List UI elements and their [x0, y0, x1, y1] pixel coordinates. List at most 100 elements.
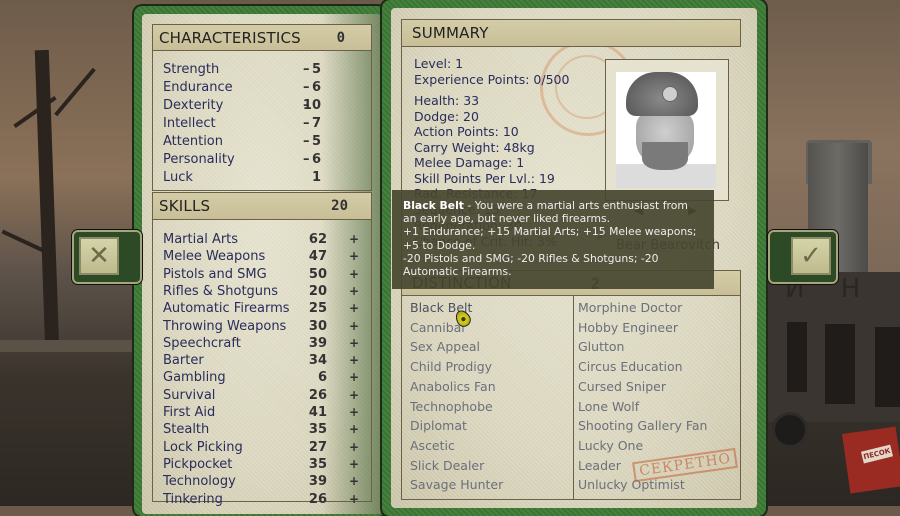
- distinction-item[interactable]: Shooting Gallery Fan: [578, 418, 707, 433]
- skill-label: Rifles & Shotguns: [163, 283, 279, 299]
- characteristic-row-endurance: Endurance – 6: [153, 80, 371, 97]
- portrait-frame: [605, 59, 729, 201]
- distinction-item[interactable]: Lucky One: [578, 438, 643, 453]
- characteristic-row-dexterity: Dexterity – 10: [153, 98, 371, 115]
- skill-row: Gambling 6 +: [153, 370, 371, 387]
- increase-button[interactable]: +: [349, 388, 359, 402]
- increase-button[interactable]: +: [349, 284, 359, 298]
- characteristic-label: Personality: [163, 152, 235, 167]
- increase-button[interactable]: +: [349, 492, 359, 506]
- distinction-item[interactable]: Slick Dealer: [410, 458, 484, 473]
- skill-label: Lock Picking: [163, 439, 243, 455]
- distinction-item[interactable]: Diplomat: [410, 418, 467, 433]
- increase-button[interactable]: +: [349, 457, 359, 471]
- characteristic-label: Endurance: [163, 80, 233, 95]
- window: [875, 327, 900, 407]
- skill-value: 50: [308, 266, 327, 282]
- increase-button[interactable]: +: [349, 249, 359, 263]
- distinction-item[interactable]: Ascetic: [410, 438, 455, 453]
- skill-value: 25: [308, 301, 327, 317]
- skills-header: SKILLS 20: [152, 192, 372, 220]
- tooltip-penalties: -20 Pistols and SMG; -20 Rifles & Shotgu…: [403, 251, 659, 279]
- summary-stat: Skill Points Per Lvl.: 19: [414, 171, 555, 186]
- characteristic-value: 1: [311, 170, 321, 185]
- distinction-item[interactable]: Morphine Doctor: [578, 300, 682, 315]
- checkmark-icon: ✓: [791, 237, 831, 275]
- hat-badge-icon: [662, 86, 678, 102]
- tire: [772, 412, 808, 448]
- distinction-item[interactable]: Glutton: [578, 339, 624, 354]
- increase-button[interactable]: +: [349, 474, 359, 488]
- skill-value: 39: [308, 474, 327, 490]
- summary-title: SUMMARY: [412, 24, 489, 42]
- distinction-item[interactable]: Anabolics Fan: [410, 379, 496, 394]
- distinction-item[interactable]: Sex Appeal: [410, 339, 480, 354]
- wooden-bridge: [0, 340, 140, 352]
- characteristic-label: Strength: [163, 62, 220, 77]
- characteristic-value: 5: [311, 62, 321, 77]
- distinction-item[interactable]: Technophobe: [410, 399, 493, 414]
- distinction-item[interactable]: Leader: [578, 458, 621, 473]
- characteristic-value: 6: [311, 152, 321, 167]
- distinction-item[interactable]: Hobby Engineer: [578, 320, 678, 335]
- increase-button[interactable]: +: [349, 440, 359, 454]
- skill-label: Melee Weapons: [163, 249, 266, 265]
- skill-row: Barter 34 +: [153, 353, 371, 370]
- skills-points: 20: [331, 198, 348, 214]
- increase-button[interactable]: +: [349, 319, 359, 333]
- character-portrait: [616, 72, 716, 188]
- increase-button[interactable]: +: [349, 267, 359, 281]
- distinction-tooltip: Black Belt - You were a martial arts ent…: [392, 190, 714, 289]
- skill-row: Melee Weapons 47 +: [153, 249, 371, 266]
- summary-stat: Melee Damage: 1: [414, 155, 525, 170]
- characteristic-value: 7: [311, 116, 321, 131]
- tree-branch: [54, 67, 96, 117]
- skill-label: Technology: [163, 474, 236, 490]
- skill-value: 34: [308, 353, 327, 369]
- increase-button[interactable]: +: [349, 232, 359, 246]
- skill-row: Automatic Firearms 25 +: [153, 301, 371, 318]
- distinction-item[interactable]: Unlucky Optimist: [578, 477, 685, 492]
- characteristic-row-personality: Personality – 6: [153, 152, 371, 169]
- skills-title: SKILLS: [159, 197, 211, 215]
- increase-button[interactable]: +: [349, 422, 359, 436]
- skill-label: Throwing Weapons: [163, 318, 287, 334]
- increase-button[interactable]: +: [349, 336, 359, 350]
- characteristic-row-intellect: Intellect – 7: [153, 116, 371, 133]
- characteristic-row-luck: Luck 1: [153, 170, 371, 187]
- skill-row: Martial Arts 62 +: [153, 232, 371, 249]
- skill-label: Stealth: [163, 422, 210, 438]
- distinction-item[interactable]: Child Prodigy: [410, 359, 492, 374]
- summary-stat: Action Points: 10: [414, 124, 519, 139]
- skill-value: 62: [308, 232, 327, 247]
- increase-button[interactable]: +: [349, 353, 359, 367]
- close-icon: ✕: [79, 237, 119, 275]
- skill-value: 35: [308, 456, 327, 472]
- characteristic-label: Intellect: [163, 116, 216, 131]
- skill-label: Speechcraft: [163, 335, 241, 351]
- distinction-item[interactable]: Lone Wolf: [578, 399, 639, 414]
- distinction-item[interactable]: Savage Hunter: [410, 477, 503, 492]
- confirm-button[interactable]: ✓: [768, 230, 838, 284]
- increase-button[interactable]: +: [349, 301, 359, 315]
- cancel-button[interactable]: ✕: [72, 230, 142, 284]
- skill-row: Technology 39 +: [153, 474, 371, 491]
- skill-row: Stealth 35 +: [153, 422, 371, 439]
- distinction-item[interactable]: Circus Education: [578, 359, 683, 374]
- characteristics-header: CHARACTERISTICS 0: [152, 24, 372, 51]
- skill-row: Rifles & Shotguns 20 +: [153, 284, 371, 301]
- skill-label: Pickpocket: [163, 456, 233, 472]
- window: [825, 324, 855, 404]
- increase-button[interactable]: +: [349, 405, 359, 419]
- characteristics-points: 0: [336, 29, 345, 46]
- characteristic-label: Attention: [163, 134, 223, 149]
- distinction-item[interactable]: Cursed Sniper: [578, 379, 666, 394]
- skill-label: Automatic Firearms: [163, 301, 290, 317]
- tooltip-bonuses: +1 Endurance; +15 Martial Arts; +15 Mele…: [403, 225, 697, 252]
- characteristics-title: CHARACTERISTICS: [159, 28, 301, 47]
- skill-value: 41: [308, 405, 327, 420]
- increase-button[interactable]: +: [349, 370, 359, 384]
- skill-row: Throwing Weapons 30 +: [153, 319, 371, 336]
- portrait-beard: [642, 142, 688, 170]
- characteristic-label: Luck: [163, 170, 193, 185]
